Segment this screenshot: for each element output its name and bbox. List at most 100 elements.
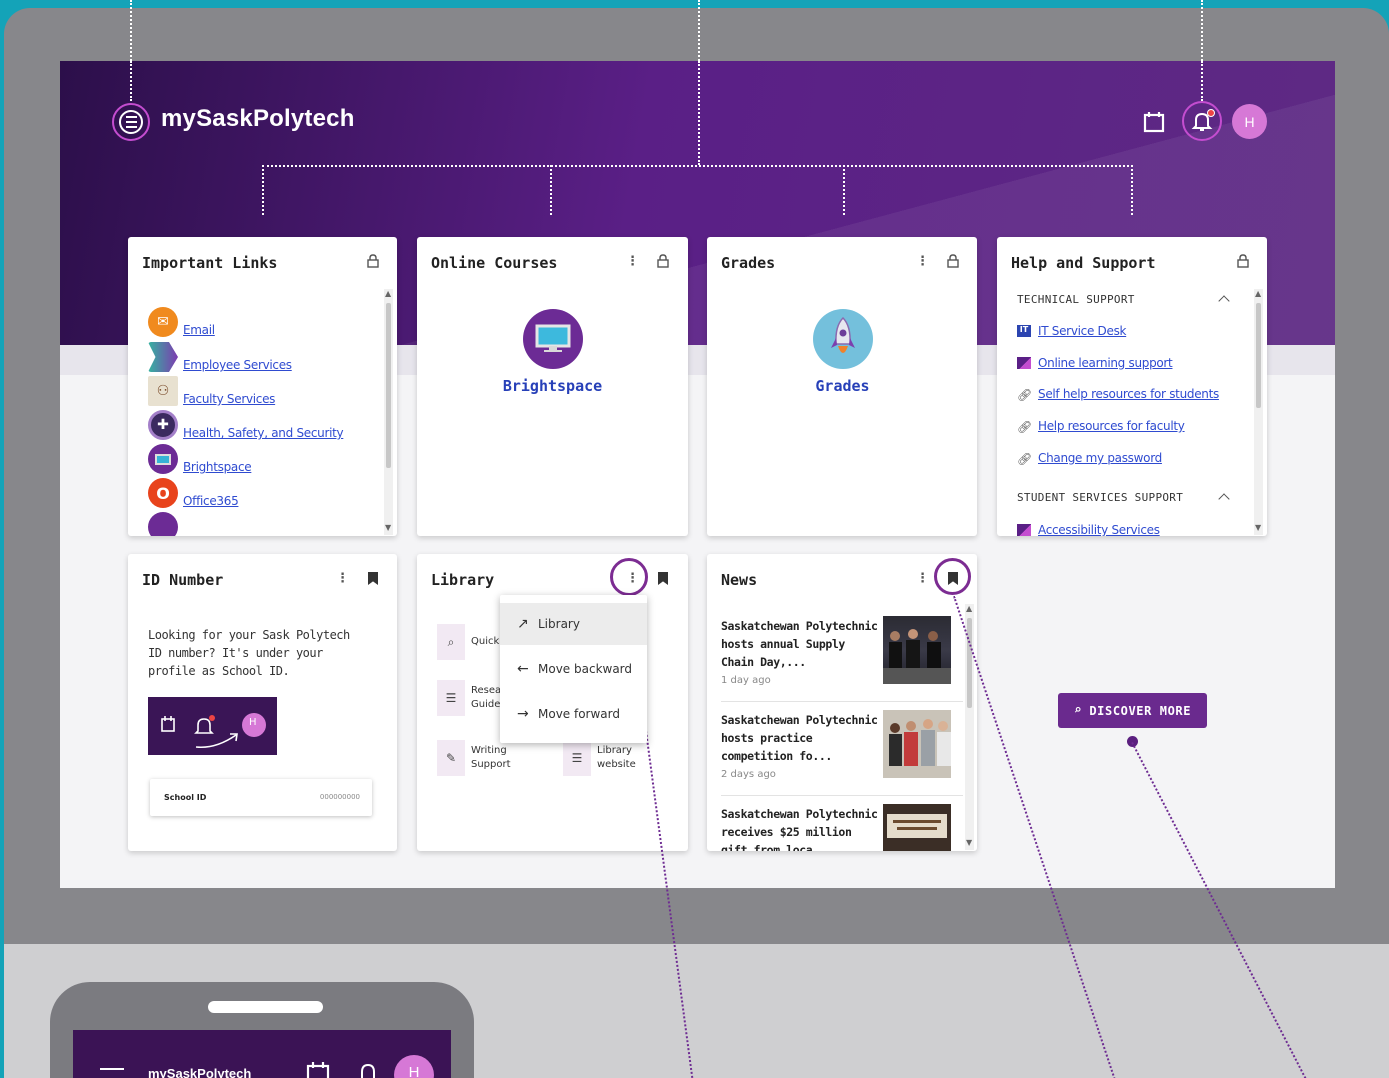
card-title: Important Links (142, 254, 278, 272)
library-research-guide[interactable]: ☰ Resea Guide (437, 680, 501, 716)
scrollbar[interactable]: ▲ ▼ (384, 289, 393, 535)
app-label: Grades (815, 377, 870, 395)
chevron-up-icon[interactable] (1218, 295, 1230, 307)
support-item-change-password[interactable]: 🔗︎ Change my password (1017, 451, 1162, 466)
scroll-down-icon[interactable]: ▼ (385, 523, 391, 532)
scrollbar[interactable]: ▲ ▼ (1254, 289, 1263, 535)
support-link-label[interactable]: Change my password (1038, 451, 1162, 465)
support-link-label[interactable]: Self help resources for students (1038, 387, 1219, 401)
section-header-student: STUDENT SERVICES SUPPORT (1017, 491, 1184, 504)
scroll-up-icon[interactable]: ▲ (966, 604, 972, 613)
lock-icon[interactable] (946, 254, 960, 268)
support-link-label[interactable]: Online learning support (1038, 356, 1173, 370)
library-quick-search[interactable]: ⌕ Quick (437, 624, 499, 660)
card-title: Help and Support (1011, 254, 1156, 272)
support-item-self-help[interactable]: 🔗︎ Self help resources for students (1017, 387, 1219, 402)
bell-icon[interactable] (357, 1062, 379, 1078)
more-options-icon[interactable]: ⋮ (916, 255, 929, 269)
link-health-safety[interactable]: ✚ Health, Safety, and Security (148, 410, 344, 440)
support-item-it-service-desk[interactable]: IT IT Service Desk (1017, 324, 1126, 338)
card-title: Library (431, 571, 495, 589)
guide-line (130, 61, 132, 101)
news-title[interactable]: Saskatchewan Polytechnic hosts practice … (721, 711, 881, 765)
link-label[interactable]: Email (183, 323, 215, 337)
notifications-button[interactable] (1182, 101, 1222, 141)
link-email[interactable]: ✉ Email (148, 307, 215, 337)
support-link-label[interactable]: Help resources for faculty (1038, 419, 1185, 433)
news-time: 1 day ago (721, 675, 771, 686)
brightspace-icon (148, 444, 178, 474)
employee-services-icon (148, 342, 178, 372)
link-faculty-services[interactable]: ⚇ Faculty Services (148, 376, 275, 406)
scroll-up-icon[interactable]: ▲ (1255, 289, 1261, 298)
link-office365[interactable]: O Office365 (148, 478, 239, 508)
scroll-thumb[interactable] (386, 303, 391, 468)
guide-line (698, 61, 700, 165)
link-partial[interactable] (148, 512, 183, 536)
news-item[interactable]: Saskatchewan Polytechnic hosts practice … (721, 705, 963, 796)
chevron-up-icon[interactable] (1218, 493, 1230, 505)
rocket-icon (812, 309, 873, 369)
menu-item-move-backward[interactable]: ← Move backward (500, 648, 647, 690)
menu-item-library[interactable]: ↗ Library (500, 603, 647, 645)
news-item[interactable]: Saskatchewan Polytechnic receives $25 mi… (721, 799, 961, 851)
news-thumbnail (883, 616, 951, 684)
menu-item-move-forward[interactable]: → Move forward (500, 693, 647, 735)
calendar-icon[interactable] (306, 1062, 330, 1078)
support-link-label[interactable]: Accessibility Services (1038, 523, 1160, 536)
library-writing-support[interactable]: ✎ Writing Support (437, 740, 511, 776)
scroll-down-icon[interactable]: ▼ (966, 838, 972, 847)
support-item-online-learning[interactable]: Online learning support (1017, 356, 1173, 370)
news-item[interactable]: Saskatchewan Polytechnic hosts annual Su… (721, 611, 963, 702)
list-icon: ☰ (563, 740, 591, 776)
calendar-icon[interactable] (1143, 111, 1165, 133)
link-label[interactable]: Faculty Services (183, 392, 275, 406)
library-options-menu: ↗ Library ← Move backward → Move forward (500, 595, 647, 743)
lock-icon[interactable] (1236, 254, 1250, 268)
link-brightspace[interactable]: Brightspace (148, 444, 252, 474)
card-title: News (721, 571, 758, 589)
user-avatar[interactable]: H (1232, 104, 1267, 139)
link-label[interactable]: Employee Services (183, 358, 292, 372)
support-item-accessibility[interactable]: Accessibility Services (1017, 523, 1160, 536)
card-title: Online Courses (431, 254, 558, 272)
bookmark-icon[interactable] (658, 572, 668, 585)
support-link-label[interactable]: IT Service Desk (1038, 324, 1126, 338)
news-thumbnail (883, 804, 951, 851)
discover-more-label: DISCOVER MORE (1089, 703, 1192, 718)
hamburger-icon[interactable] (112, 103, 150, 141)
link-label[interactable]: Health, Safety, and Security (183, 426, 344, 440)
lock-icon[interactable] (656, 254, 670, 268)
grades-tile[interactable]: Grades (787, 309, 898, 395)
scroll-thumb[interactable] (967, 618, 972, 708)
more-options-icon[interactable]: ⋮ (336, 572, 349, 586)
school-id-label: School ID (164, 793, 207, 802)
health-safety-icon: ✚ (148, 410, 178, 440)
highlight-library-menu-icon (610, 558, 648, 596)
scroll-down-icon[interactable]: ▼ (1255, 523, 1261, 532)
lock-icon[interactable] (366, 254, 380, 268)
library-website[interactable]: ☰ Library website (563, 740, 636, 776)
news-title[interactable]: Saskatchewan Polytechnic hosts annual Su… (721, 617, 881, 671)
news-title[interactable]: Saskatchewan Polytechnic receives $25 mi… (721, 805, 881, 851)
link-employee-services[interactable]: Employee Services (148, 342, 292, 372)
brightspace-tile[interactable]: Brightspace (497, 309, 608, 395)
highlight-news-bookmark-icon (934, 558, 971, 595)
arrow-right-icon: → (517, 706, 529, 722)
guide-line (262, 165, 1133, 167)
scroll-thumb[interactable] (1256, 303, 1261, 408)
link-label[interactable]: Office365 (183, 494, 239, 508)
discover-more-button[interactable]: ⌕ DISCOVER MORE (1058, 693, 1207, 728)
support-item-faculty-help[interactable]: 🔗︎ Help resources for faculty (1017, 419, 1185, 434)
hamburger-icon[interactable] (100, 1068, 124, 1078)
help-support-card: Help and Support ▲ ▼ TECHNICAL SUPPORT I… (997, 237, 1267, 536)
external-link-icon: ↗ (517, 616, 529, 632)
link-label[interactable]: Brightspace (183, 460, 252, 474)
more-options-icon[interactable]: ⋮ (916, 572, 929, 586)
section-header-technical: TECHNICAL SUPPORT (1017, 293, 1135, 306)
more-options-icon[interactable]: ⋮ (626, 255, 639, 269)
scroll-up-icon[interactable]: ▲ (385, 289, 391, 298)
school-id-value: 000000000 (319, 793, 360, 801)
menu-item-label: Library (538, 617, 580, 631)
bookmark-icon[interactable] (368, 572, 378, 585)
